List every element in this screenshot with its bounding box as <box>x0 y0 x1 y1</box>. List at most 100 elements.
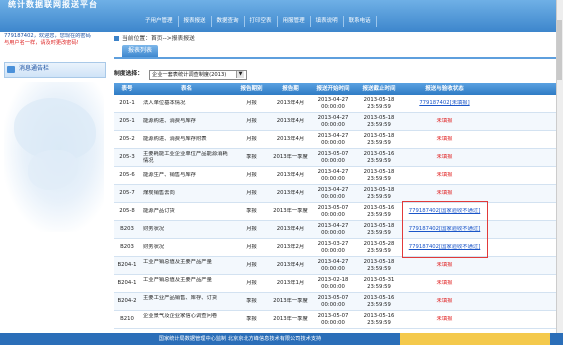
footer-accent-bar <box>400 333 550 345</box>
table-cell-freq: 月报 <box>246 172 257 178</box>
table-cell-period: 2013年4月 <box>276 262 305 268</box>
table-cell-period: 2013年4月 <box>276 172 305 178</box>
table-cell-freq: 月报 <box>246 136 257 142</box>
table-cell-end: 2013-05-31 23:59:59 <box>363 277 395 290</box>
table-cell-freq: 月报 <box>246 262 257 268</box>
table-cell-start: 2013-04-27 00:00:00 <box>317 133 349 146</box>
table-cell-name: 主要工业产品销售、库存、订货 <box>143 295 218 301</box>
password-warning-line: 与用户名一样，请及时更改密码! <box>4 40 79 46</box>
report-status-link[interactable]: 未填报 <box>406 280 483 292</box>
column-header: 报送与验收状态 <box>425 86 464 92</box>
table-cell-end: 2013-05-28 23:59:59 <box>363 241 395 254</box>
report-status-link[interactable]: 未填报 <box>406 262 483 274</box>
table-cell-name: 能源生产、销售与库存 <box>143 172 196 178</box>
nav-item[interactable]: 数据查询 <box>212 16 245 27</box>
table-cell-start: 2013-05-07 00:00:00 <box>317 295 349 308</box>
table-cell-start: 2013-02-18 00:00:00 <box>317 277 349 290</box>
table-cell-start: 2013-04-27 00:00:00 <box>317 169 349 182</box>
table-cell-period: 2013年一季度 <box>273 208 308 214</box>
nav-item[interactable]: 打印空表 <box>245 16 278 27</box>
table-cell-start: 2013-05-07 00:00:00 <box>317 151 349 164</box>
breadcrumb-text: 当前位置：首页-->报表报送 <box>122 36 195 42</box>
column-header: 报告期 <box>282 86 299 92</box>
table-cell-name: 法人单位基本情况 <box>143 100 186 106</box>
report-status-link[interactable]: 未填报 <box>406 154 483 166</box>
table-cell-period: 2013年一季度 <box>273 298 308 304</box>
system-select[interactable]: 企业一套表统计调查制度(2013) <box>149 70 247 80</box>
report-status-link[interactable]: 未填报 <box>406 136 483 148</box>
table-cell-code: 205-6 <box>119 172 135 178</box>
table-cell-end: 2013-05-18 23:59:59 <box>363 223 395 236</box>
table-cell-code: 205-3 <box>119 154 135 160</box>
table-cell-end: 2013-05-18 23:59:59 <box>363 115 395 128</box>
table-cell-code: B203 <box>120 226 134 232</box>
table-cell-period: 2013年4月 <box>276 118 305 124</box>
nav-item[interactable]: 联系电话 <box>344 16 377 27</box>
column-header: 表名 <box>180 86 192 92</box>
table-cell-code: B203 <box>120 244 134 250</box>
column-header: 报送截止时间 <box>362 86 396 92</box>
column-header: 表号 <box>121 86 133 92</box>
table-cell-start: 2013-03-27 00:00:00 <box>317 241 349 254</box>
nav-item[interactable]: 子用户管理 <box>140 16 179 27</box>
footer-text: 国家统计局数据管理中心监制 北京京北方峰信息技术有限公司技术支持 <box>158 336 322 342</box>
tab-report-list[interactable]: 报表列表 <box>122 45 158 57</box>
table-cell-code: 201-1 <box>119 100 135 106</box>
table-cell-name: 财务状况 <box>143 226 165 232</box>
table-cell-freq: 季报 <box>246 298 257 304</box>
table-cell-period: 2013年4月 <box>276 136 305 142</box>
report-status-link[interactable]: 779187402[未填报] <box>406 100 483 112</box>
table-cell-code: B210 <box>120 316 134 322</box>
table-cell-code: B204-1 <box>117 262 137 268</box>
table-cell-period: 2013年4月 <box>276 190 305 196</box>
table-cell-end: 2013-05-16 23:59:59 <box>363 205 395 218</box>
column-header: 报告期别 <box>240 86 263 92</box>
table-cell-end: 2013-05-18 23:59:59 <box>363 97 395 110</box>
table-cell-code: 205-2 <box>119 136 135 142</box>
table-cell-name: 能源购进、消费与库存 <box>143 118 196 124</box>
table-cell-end: 2013-05-18 23:59:59 <box>363 259 395 272</box>
table-cell-period: 2013年4月 <box>276 226 305 232</box>
breadcrumb-icon <box>114 36 119 41</box>
table-cell-freq: 月报 <box>246 280 257 286</box>
table-cell-start: 2013-04-27 00:00:00 <box>317 223 349 236</box>
table-cell-end: 2013-05-16 23:59:59 <box>363 295 395 308</box>
table-cell-period: 2013年一季度 <box>273 316 308 322</box>
table-cell-end: 2013-05-16 23:59:59 <box>363 313 395 326</box>
tab-bar <box>114 45 559 59</box>
nav-item[interactable]: 报表报送 <box>179 16 212 27</box>
table-cell-start: 2013-04-27 00:00:00 <box>317 259 349 272</box>
report-status-link[interactable]: 未填报 <box>406 172 483 184</box>
table-cell-name: 主要耗能工业企业单位产品能源消耗情况 <box>143 151 228 164</box>
nav-item[interactable]: 用服管理 <box>278 16 311 27</box>
report-status-link[interactable]: 未填报 <box>406 316 483 328</box>
nav-item[interactable]: 填表说明 <box>311 16 344 27</box>
user-welcome-message: 779187402，欢迎您，您现在的密码 与用户名一样，请及时更改密码! <box>4 33 104 55</box>
report-status-link[interactable]: 未填报 <box>406 118 483 130</box>
chevron-down-icon[interactable]: ▼ <box>236 71 244 78</box>
app-brand-title: 统计数据联网报送平台 <box>8 0 98 9</box>
table-cell-start: 2013-04-27 00:00:00 <box>317 115 349 128</box>
table-cell-name: 企业景气及企业家信心调查问卷 <box>143 313 218 319</box>
table-cell-freq: 月报 <box>246 244 257 250</box>
table-cell-name: 工业产销总值及主要产品产量 <box>143 277 212 283</box>
notice-icon <box>7 66 15 73</box>
table-cell-freq: 月报 <box>246 226 257 232</box>
table-cell-freq: 月报 <box>246 190 257 196</box>
table-cell-period: 2013年2月 <box>276 244 305 250</box>
table-cell-name: 能源产品订货 <box>143 208 175 214</box>
table-cell-freq: 月报 <box>246 118 257 124</box>
table-cell-freq: 季报 <box>246 154 257 160</box>
table-cell-start: 2013-04-27 00:00:00 <box>317 97 349 110</box>
table-cell-code: 205-7 <box>119 190 135 196</box>
table-cell-start: 2013-04-27 00:00:00 <box>317 187 349 200</box>
notice-bar-label[interactable]: 消息通告栏 <box>19 64 49 74</box>
top-navigation: 子用户管理 报表报送 数据查询 打印空表 用服管理 填表说明 联系电话 <box>140 16 377 27</box>
system-select-label: 制度选择： <box>114 71 143 77</box>
table-cell-period: 2013年一季度 <box>273 154 308 160</box>
table-cell-code: 205-1 <box>119 118 135 124</box>
scrollbar-thumb[interactable] <box>557 20 562 80</box>
column-header: 报送开始时间 <box>316 86 350 92</box>
table-cell-start: 2013-05-07 00:00:00 <box>317 313 349 326</box>
report-status-link[interactable]: 未填报 <box>406 298 483 310</box>
